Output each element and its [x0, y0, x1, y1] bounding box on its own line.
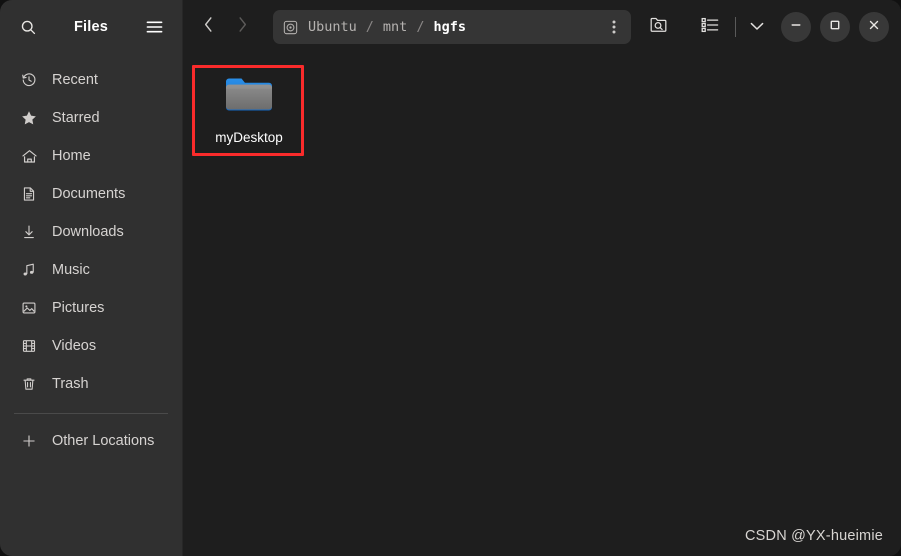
document-icon — [20, 185, 38, 203]
maximize-icon — [829, 18, 841, 36]
sidebar-item-home[interactable]: Home — [0, 137, 182, 175]
sidebar-item-label: Other Locations — [52, 433, 155, 449]
sidebar-header: Files — [0, 0, 182, 54]
star-icon — [20, 109, 38, 127]
sidebar-item-starred[interactable]: Starred — [0, 99, 182, 137]
sidebar-item-downloads[interactable]: Downloads — [0, 213, 182, 251]
sidebar-item-recent[interactable]: Recent — [0, 61, 182, 99]
sidebar-item-pictures[interactable]: Pictures — [0, 289, 182, 327]
download-icon — [20, 223, 38, 241]
sidebar-item-other-locations[interactable]: Other Locations — [0, 422, 182, 460]
sidebar: Files Recent Starred Home Documents Down… — [0, 0, 183, 556]
sidebar-item-trash[interactable]: Trash — [0, 365, 182, 403]
folder-search-icon — [649, 15, 668, 39]
sidebar-item-label: Downloads — [52, 224, 124, 240]
main-pane: Ubuntu / mnt / hgfs myDesktop CSDN @YX-h… — [183, 0, 901, 556]
list-view-icon — [701, 17, 719, 38]
sidebar-divider — [14, 413, 168, 414]
file-item-mydesktop[interactable]: myDesktop — [193, 62, 305, 153]
minimize-icon — [790, 18, 802, 36]
sidebar-title: Files — [73, 19, 109, 35]
files-window: Files Recent Starred Home Documents Down… — [0, 0, 901, 556]
chevron-left-icon — [202, 16, 215, 38]
trash-icon — [20, 375, 38, 393]
chevron-down-icon — [750, 18, 764, 36]
image-icon — [20, 299, 38, 317]
list-view-button[interactable] — [693, 10, 727, 44]
toolbar-right-group — [691, 10, 889, 44]
sidebar-item-label: Home — [52, 148, 91, 164]
sidebar-item-label: Trash — [52, 376, 89, 392]
home-icon — [20, 147, 38, 165]
search-in-folder-button[interactable] — [641, 10, 675, 44]
view-options-dropdown[interactable] — [744, 10, 770, 44]
breadcrumb-item-mnt[interactable]: mnt — [381, 19, 409, 35]
sidebar-item-label: Pictures — [52, 300, 105, 316]
minimize-button[interactable] — [781, 12, 811, 42]
file-browser-area[interactable]: myDesktop CSDN @YX-hueimie — [183, 54, 901, 556]
breadcrumb-item-hgfs[interactable]: hgfs — [431, 19, 468, 35]
chevron-right-icon — [236, 16, 249, 38]
sidebar-item-label: Recent — [52, 72, 98, 88]
music-note-icon — [20, 261, 38, 279]
close-button[interactable] — [859, 12, 889, 42]
search-icon[interactable] — [14, 13, 42, 41]
kebab-menu-icon[interactable] — [601, 14, 627, 40]
forward-button[interactable] — [225, 10, 259, 44]
maximize-button[interactable] — [820, 12, 850, 42]
sidebar-places-list: Recent Starred Home Documents Downloads … — [0, 54, 182, 556]
folder-icon — [223, 72, 275, 121]
breadcrumb-separator: / — [416, 19, 425, 35]
hamburger-menu-icon[interactable] — [140, 13, 168, 41]
clock-icon — [20, 71, 38, 89]
watermark: CSDN @YX-hueimie — [745, 528, 883, 544]
sidebar-item-music[interactable]: Music — [0, 251, 182, 289]
toolbar-separator — [735, 17, 736, 37]
sidebar-item-label: Starred — [52, 110, 100, 126]
plus-icon — [20, 432, 38, 450]
disk-drive-icon — [283, 20, 298, 35]
file-grid: myDesktop — [183, 54, 901, 153]
file-item-label: myDesktop — [215, 130, 283, 145]
sidebar-item-label: Videos — [52, 338, 97, 354]
close-icon — [868, 18, 880, 36]
toolbar: Ubuntu / mnt / hgfs — [183, 0, 901, 54]
film-icon — [20, 337, 38, 355]
breadcrumb[interactable]: Ubuntu / mnt / hgfs — [273, 10, 631, 44]
back-button[interactable] — [191, 10, 225, 44]
breadcrumb-separator: / — [365, 19, 374, 35]
sidebar-item-documents[interactable]: Documents — [0, 175, 182, 213]
breadcrumb-item-ubuntu[interactable]: Ubuntu — [306, 19, 359, 35]
sidebar-item-label: Documents — [52, 186, 126, 202]
sidebar-item-videos[interactable]: Videos — [0, 327, 182, 365]
sidebar-item-label: Music — [52, 262, 90, 278]
